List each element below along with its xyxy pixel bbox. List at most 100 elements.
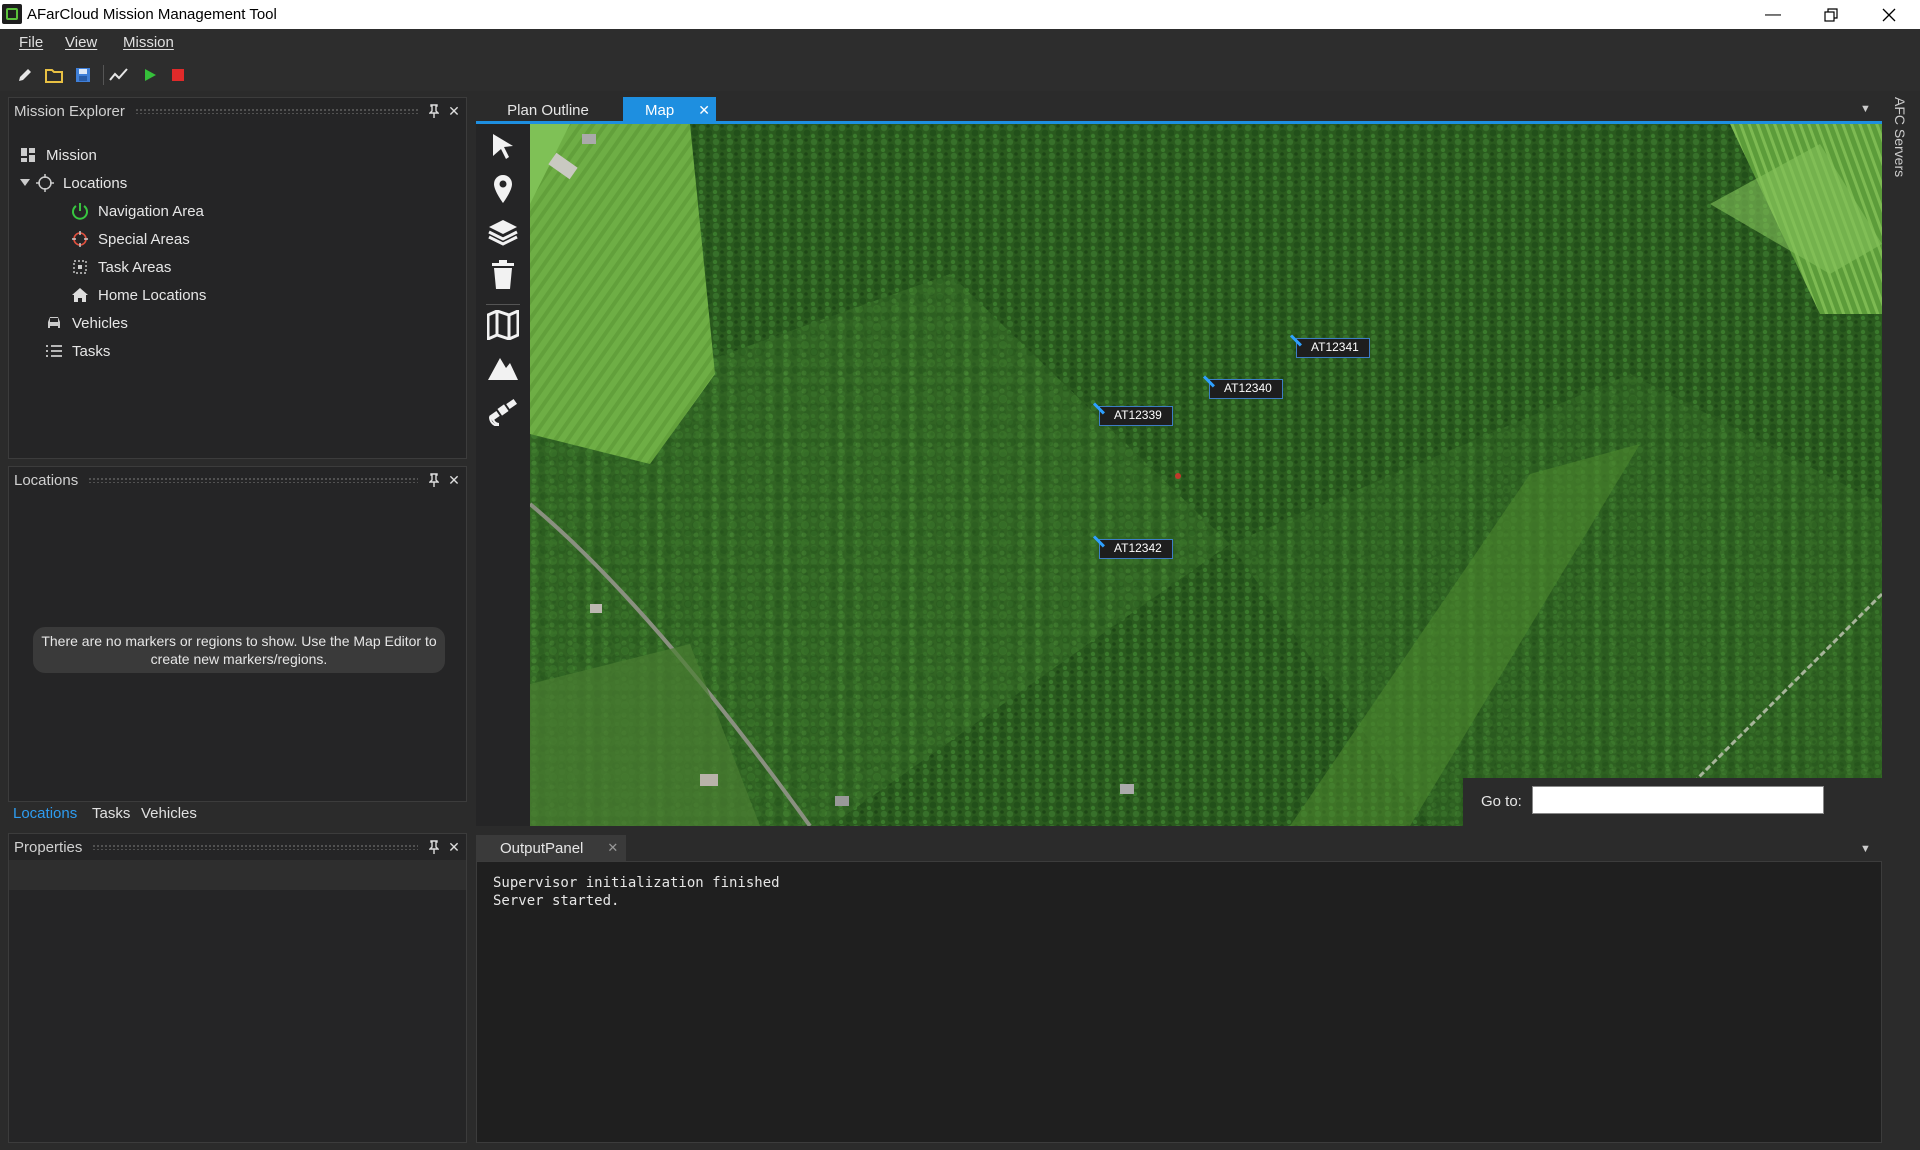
- tab-label: Map: [645, 101, 675, 119]
- tree-item-label: Task Areas: [98, 258, 172, 276]
- map-toolbar: [476, 124, 530, 826]
- properties-toolbar: [9, 860, 466, 890]
- empty-state-message: There are no markers or regions to show.…: [33, 627, 445, 673]
- crosshair-icon: [36, 174, 54, 192]
- locations-header: Locations ✕: [9, 467, 466, 493]
- window-title: AFarCloud Mission Management Tool: [27, 6, 277, 23]
- close-icon[interactable]: ✕: [698, 102, 710, 119]
- output-line: Supervisor initialization finished: [493, 875, 780, 891]
- tree-item-locations[interactable]: Locations: [19, 170, 127, 196]
- output-tabs: OutputPanel ✕ ▼: [476, 835, 1882, 861]
- satellite-icon[interactable]: [485, 392, 521, 428]
- pin-icon[interactable]: [426, 103, 442, 119]
- tab-map[interactable]: Map ✕: [623, 97, 716, 123]
- chevron-down-icon[interactable]: ▼: [1860, 103, 1871, 115]
- tree-item-label: Locations: [63, 174, 128, 192]
- pointer-icon[interactable]: [485, 128, 521, 164]
- car-icon: [45, 314, 63, 332]
- marker-label: AT12340: [1224, 381, 1272, 395]
- close-icon[interactable]: [1860, 0, 1918, 29]
- tree-item-special-areas[interactable]: Special Areas: [71, 226, 190, 252]
- side-rail-afc-servers[interactable]: AFC Servers: [1892, 97, 1908, 177]
- tab-label: OutputPanel: [500, 839, 584, 857]
- document-tabs: Plan Outline Map ✕ ▼: [476, 97, 1882, 123]
- menu-file[interactable]: File: [19, 34, 43, 51]
- chart-line-icon[interactable]: [109, 65, 129, 85]
- close-icon[interactable]: ✕: [607, 840, 618, 856]
- goto-label: Go to:: [1481, 793, 1522, 810]
- pin-icon[interactable]: [426, 472, 442, 488]
- tab-locations[interactable]: Locations: [13, 805, 77, 822]
- save-icon[interactable]: [73, 65, 93, 85]
- marker-label: AT12341: [1311, 340, 1359, 354]
- tree-item-label: Vehicles: [72, 314, 128, 332]
- tree-item-navigation-area[interactable]: Navigation Area: [71, 198, 204, 224]
- output-line: Server started.: [493, 893, 620, 909]
- chevron-down-icon[interactable]: ▼: [1860, 843, 1871, 855]
- stop-icon[interactable]: [168, 65, 188, 85]
- map-marker[interactable]: AT12339: [1099, 406, 1173, 426]
- chevron-down-icon[interactable]: [19, 174, 31, 192]
- output-console[interactable]: Supervisor initialization finished Serve…: [476, 861, 1882, 1143]
- list-icon: [45, 342, 63, 360]
- tree-item-vehicles[interactable]: Vehicles: [45, 310, 128, 336]
- map-icon[interactable]: [485, 307, 521, 343]
- selection-box-icon: [71, 258, 89, 276]
- locations-title: Locations: [14, 471, 79, 489]
- pencil-icon[interactable]: [15, 65, 35, 85]
- map-view[interactable]: AT12341 AT12340 AT12339 AT12342: [530, 124, 1882, 826]
- satellite-imagery: [530, 124, 1882, 826]
- dashboard-icon: [19, 146, 37, 164]
- menu-view[interactable]: View: [65, 34, 97, 51]
- map-marker[interactable]: AT12342: [1099, 539, 1173, 559]
- map-marker[interactable]: AT12341: [1296, 338, 1370, 358]
- menu-bar: File View Mission: [0, 29, 1920, 57]
- side-rail: AFC Servers: [1882, 97, 1920, 1147]
- title-bar: AFarCloud Mission Management Tool —: [0, 0, 1920, 29]
- tree-item-home-locations[interactable]: Home Locations: [71, 282, 206, 308]
- panel-grip[interactable]: [88, 477, 418, 483]
- tab-output-panel[interactable]: OutputPanel ✕: [476, 835, 626, 861]
- tab-plan-outline[interactable]: Plan Outline: [476, 97, 620, 123]
- tab-tasks[interactable]: Tasks: [92, 805, 130, 822]
- tree-item-label: Special Areas: [98, 230, 190, 248]
- tab-label: Plan Outline: [507, 101, 589, 119]
- tree-item-label: Home Locations: [98, 286, 207, 304]
- panel-grip[interactable]: [134, 108, 418, 114]
- mountain-icon[interactable]: [485, 350, 521, 386]
- open-folder-icon[interactable]: [44, 65, 64, 85]
- close-icon[interactable]: ✕: [446, 839, 462, 855]
- goto-input[interactable]: [1532, 786, 1824, 814]
- properties-panel: Properties ✕: [8, 833, 467, 1143]
- pin-icon[interactable]: [426, 839, 442, 855]
- tree-item-tasks[interactable]: Tasks: [45, 338, 110, 364]
- tab-vehicles[interactable]: Vehicles: [141, 805, 197, 822]
- mission-explorer-title: Mission Explorer: [14, 102, 125, 120]
- minimize-icon[interactable]: —: [1744, 0, 1802, 29]
- layers-icon[interactable]: [485, 214, 521, 250]
- tree-item-label: Tasks: [72, 342, 111, 360]
- menu-mission[interactable]: Mission: [123, 34, 174, 51]
- app-icon: [2, 4, 22, 24]
- marker-label: AT12339: [1114, 408, 1162, 422]
- tree-item-task-areas[interactable]: Task Areas: [71, 254, 171, 280]
- power-icon: [71, 202, 89, 220]
- properties-title: Properties: [14, 838, 83, 856]
- toolbar: [0, 57, 1920, 91]
- close-icon[interactable]: ✕: [446, 103, 462, 119]
- home-icon: [71, 286, 89, 304]
- tree-item-mission[interactable]: Mission: [19, 142, 97, 168]
- map-marker[interactable]: AT12340: [1209, 379, 1283, 399]
- toolbar-separator: [103, 65, 104, 85]
- mission-explorer-panel: Mission Explorer ✕ Mission Locations Nav…: [8, 97, 467, 459]
- properties-header: Properties ✕: [9, 834, 466, 860]
- play-icon[interactable]: [140, 65, 160, 85]
- map-pin-icon[interactable]: [485, 171, 521, 207]
- tool-separator: [486, 304, 520, 305]
- panel-grip[interactable]: [92, 844, 418, 850]
- trash-icon[interactable]: [485, 257, 521, 293]
- mission-explorer-header: Mission Explorer ✕: [9, 98, 466, 124]
- goto-box: Go to:: [1463, 778, 1882, 826]
- restore-icon[interactable]: [1802, 0, 1860, 29]
- close-icon[interactable]: ✕: [446, 472, 462, 488]
